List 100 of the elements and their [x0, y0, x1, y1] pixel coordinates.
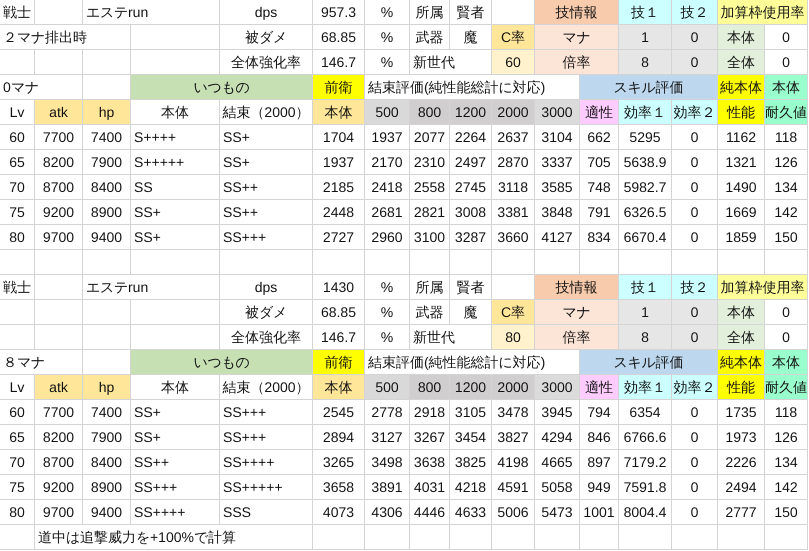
table-cell: 897	[580, 450, 619, 475]
table-cell: 8700	[35, 175, 83, 200]
table-cell: ８マナ	[0, 350, 83, 375]
table-cell: 1937	[313, 150, 365, 175]
section-header: 加算枠使用率	[718, 0, 808, 25]
table-cell: 3891	[365, 475, 410, 500]
table-cell: 8200	[35, 425, 83, 450]
table-cell: 68.85	[313, 300, 365, 325]
column-header: 3000	[535, 100, 580, 125]
group-header: 本体	[765, 75, 808, 100]
column-header: 2000	[492, 100, 535, 125]
table-cell: 2918	[410, 400, 450, 425]
table-cell: 1704	[313, 125, 365, 150]
section-header: 技情報	[535, 275, 619, 300]
table-cell: 9400	[83, 500, 131, 525]
table-cell: 本体	[718, 25, 765, 50]
table-cell: 7900	[83, 150, 131, 175]
table-cell: マナ	[535, 25, 619, 50]
table-cell: 3658	[313, 475, 365, 500]
table-cell: 3008	[450, 200, 492, 225]
table-cell: エステrun	[83, 275, 220, 300]
table-cell: 3825	[450, 450, 492, 475]
table-cell: 0	[672, 225, 718, 250]
table-cell: 3104	[535, 125, 580, 150]
table-cell: 1162	[718, 125, 765, 150]
table-cell: SS++++	[131, 500, 220, 525]
table-cell: 3945	[535, 400, 580, 425]
table-cell: 被ダメ	[220, 300, 313, 325]
table-cell: %	[365, 50, 410, 75]
table-cell: 2778	[365, 400, 410, 425]
table-cell: 2821	[410, 200, 450, 225]
column-header: 性能	[718, 100, 765, 125]
column-header: 効率１	[619, 100, 672, 125]
table-cell: 3848	[535, 200, 580, 225]
table-cell: 949	[580, 475, 619, 500]
table-cell: 4665	[535, 450, 580, 475]
table-cell: 134	[765, 175, 808, 200]
table-cell: 1859	[718, 225, 765, 250]
table-cell: 846	[580, 425, 619, 450]
table-cell: 748	[580, 175, 619, 200]
table-cell: 60	[0, 400, 35, 425]
table-cell: 0	[672, 450, 718, 475]
table-cell: 8004.4	[619, 500, 672, 525]
table-cell: 80	[0, 500, 35, 525]
table-cell: %	[365, 25, 410, 50]
column-header: 1200	[450, 375, 492, 400]
table-cell: ２マナ排出時	[0, 25, 131, 50]
table-cell: 5638.9	[619, 150, 672, 175]
table-cell: 3381	[492, 200, 535, 225]
table-cell: 8900	[83, 475, 131, 500]
table-cell: 6354	[619, 400, 672, 425]
group-header: いつもの	[131, 75, 313, 100]
table-cell: 0	[672, 25, 718, 50]
table-cell: 2264	[450, 125, 492, 150]
table-cell: 被ダメ	[220, 25, 313, 50]
column-header: atk	[35, 100, 83, 125]
table-cell: 賢者	[450, 0, 492, 25]
table-cell: 0	[672, 400, 718, 425]
table-cell: 4446	[410, 500, 450, 525]
table-cell: 倍率	[535, 50, 619, 75]
table-cell: 1321	[718, 150, 765, 175]
table-cell: 2310	[410, 150, 450, 175]
table-cell: 75	[0, 475, 35, 500]
column-header: atk	[35, 375, 83, 400]
table-cell: 3498	[365, 450, 410, 475]
table-cell: dps	[220, 0, 313, 25]
table-cell: 4591	[492, 475, 535, 500]
table-cell: SS++	[220, 175, 313, 200]
table-cell: 3337	[535, 150, 580, 175]
column-header: 効率２	[672, 375, 718, 400]
table-cell: C率	[492, 300, 535, 325]
table-cell: SS+	[131, 400, 220, 425]
column-header: 技１	[619, 0, 672, 25]
table-cell: 5295	[619, 125, 672, 150]
section-header: 加算枠使用率	[718, 275, 808, 300]
table-cell: 9700	[35, 500, 83, 525]
table-cell: 1001	[580, 500, 619, 525]
table-cell: 150	[765, 500, 808, 525]
table-cell: 7179.2	[619, 450, 672, 475]
table-cell: 146.7	[313, 325, 365, 350]
table-cell: 3638	[410, 450, 450, 475]
table-cell: 新世代	[410, 325, 492, 350]
group-header: 結束評価(純性能総計に対応)	[365, 350, 580, 375]
table-cell: 7400	[83, 125, 131, 150]
table-cell: 2226	[718, 450, 765, 475]
table-cell: 7400	[83, 400, 131, 425]
table-cell: 2185	[313, 175, 365, 200]
table-cell: 68.85	[313, 25, 365, 50]
table-cell: 新世代	[410, 50, 492, 75]
table-cell: 1669	[718, 200, 765, 225]
table-cell: SSS	[220, 500, 313, 525]
table-cell: SS+	[220, 150, 313, 175]
table-cell: 0	[672, 300, 718, 325]
table-cell: %	[365, 325, 410, 350]
table-cell: 75	[0, 200, 35, 225]
table-cell: 3118	[492, 175, 535, 200]
table-cell: 4218	[450, 475, 492, 500]
table-cell: 全体	[718, 325, 765, 350]
column-header: 効率１	[619, 375, 672, 400]
table-cell: 2494	[718, 475, 765, 500]
